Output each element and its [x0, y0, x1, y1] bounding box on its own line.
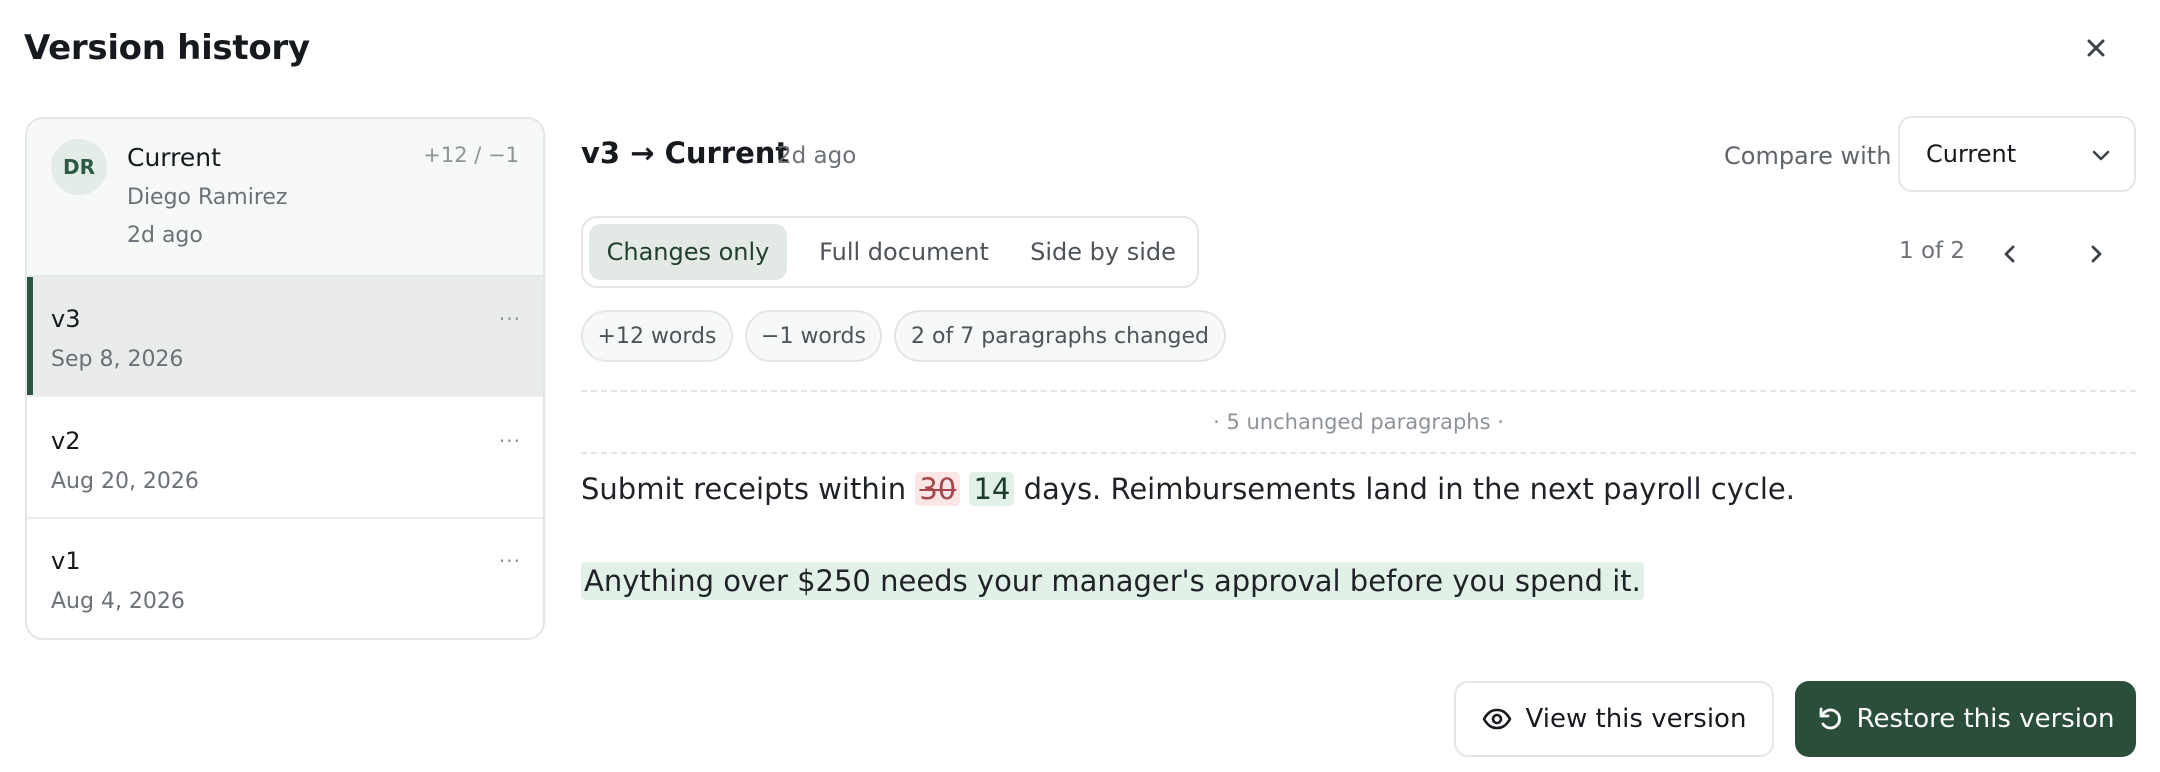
close-button[interactable] — [2082, 34, 2110, 62]
current-version-time: 2d ago — [127, 223, 203, 248]
compare-select-value: Current — [1926, 140, 2017, 168]
version-label: v1 — [51, 547, 81, 575]
version-item-v2[interactable]: v2 Aug 20, 2026 ··· — [27, 399, 543, 519]
unchanged-text: Submit receipts within — [581, 472, 916, 506]
eye-icon — [1482, 708, 1511, 730]
deleted-text: 30 — [915, 472, 961, 506]
pager-status: 1 of 2 — [1899, 238, 1966, 264]
more-options-button[interactable]: ··· — [499, 429, 521, 453]
chevron-down-icon — [2092, 150, 2110, 161]
current-version-delta: +12 / −1 — [423, 143, 519, 167]
version-label: v3 — [51, 305, 81, 333]
tab-full-document[interactable]: Full document — [797, 224, 1011, 280]
chevron-left-icon — [2004, 245, 2015, 263]
tab-side-by-side[interactable]: Side by side — [1017, 224, 1189, 280]
avatar: DR — [51, 139, 107, 195]
next-change-button[interactable] — [2080, 238, 2112, 270]
divider — [581, 390, 2136, 392]
compare-label: Compare with — [1724, 142, 1892, 170]
tab-changes-only[interactable]: Changes only — [589, 224, 787, 280]
compare-select[interactable]: Current — [1898, 116, 2136, 192]
close-icon — [2087, 39, 2105, 57]
unchanged-text: days. Reimbursements land in the next pa… — [1014, 472, 1795, 506]
version-item-v3[interactable]: v3 Sep 8, 2026 ··· — [27, 277, 543, 397]
view-version-label: View this version — [1525, 704, 1747, 734]
restore-version-label: Restore this version — [1856, 704, 2115, 734]
version-date: Aug 4, 2026 — [51, 589, 185, 614]
divider — [581, 452, 2136, 454]
more-options-button[interactable]: ··· — [499, 307, 521, 331]
stat-words-added: +12 words — [581, 310, 733, 362]
version-date: Sep 8, 2026 — [51, 347, 184, 372]
restore-icon — [1819, 707, 1841, 730]
diff-paragraph: Submit receipts within 30 14 days. Reimb… — [581, 472, 1795, 506]
current-version-author: Diego Ramirez — [127, 185, 288, 210]
view-mode-tabs: Changes only Full document Side by side — [581, 216, 1199, 288]
stat-paragraphs-changed: 2 of 7 paragraphs changed — [894, 310, 1226, 362]
version-date: Aug 20, 2026 — [51, 469, 199, 494]
inserted-text: 14 — [969, 472, 1015, 506]
version-item-current[interactable]: DR Current Diego Ramirez 2d ago +12 / −1 — [27, 119, 543, 277]
version-label: v2 — [51, 427, 81, 455]
version-item-v1[interactable]: v1 Aug 4, 2026 ··· — [27, 519, 543, 638]
diff-time: 2d ago — [777, 143, 857, 169]
inserted-text: Anything over $250 needs your manager's … — [581, 562, 1644, 600]
diff-paragraph: Anything over $250 needs your manager's … — [581, 562, 1644, 600]
view-version-button[interactable]: View this version — [1454, 681, 1774, 757]
previous-change-button[interactable] — [1994, 238, 2026, 270]
more-options-button[interactable]: ··· — [499, 549, 521, 573]
restore-version-button[interactable]: Restore this version — [1795, 681, 2136, 757]
unchanged-paragraphs-note[interactable]: · 5 unchanged paragraphs · — [581, 410, 2136, 434]
diff-title: v3 → Current — [581, 136, 790, 170]
chevron-right-icon — [2091, 245, 2102, 263]
version-list: DR Current Diego Ramirez 2d ago +12 / −1… — [25, 117, 545, 640]
dialog-title: Version history — [24, 28, 310, 68]
stat-words-removed: −1 words — [745, 310, 882, 362]
current-version-name: Current — [127, 143, 221, 172]
